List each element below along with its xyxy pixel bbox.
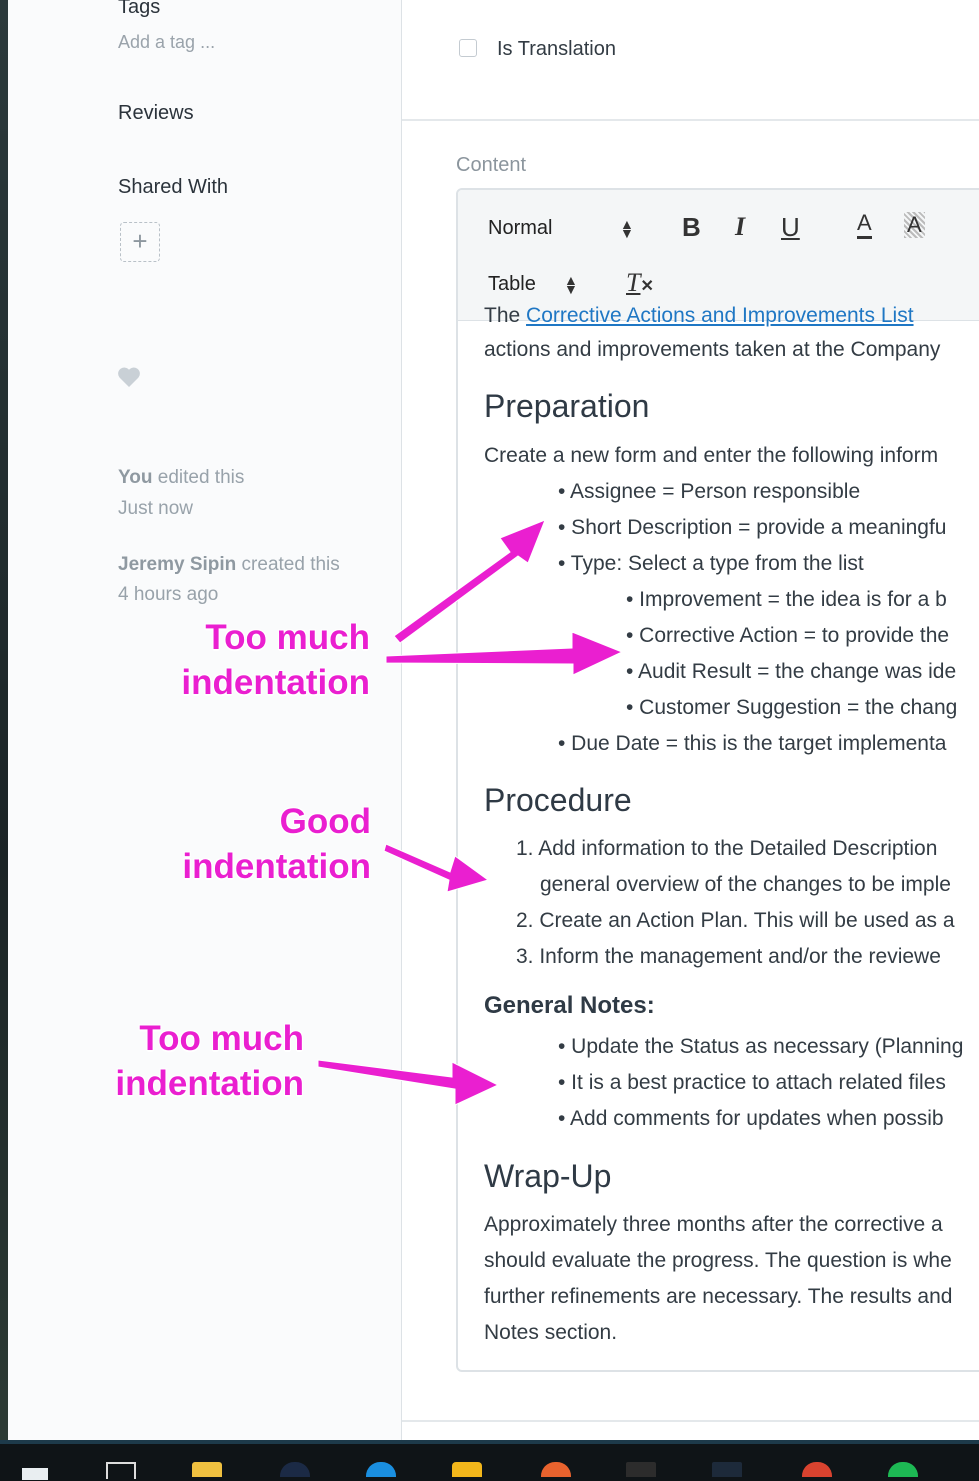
content-label: Content: [456, 154, 527, 176]
font-color-button[interactable]: A: [857, 210, 872, 239]
start-icon[interactable]: [22, 1468, 48, 1480]
ordered-list-item: 1. Add information to the Detailed Descr…: [516, 837, 938, 860]
clear-format-button[interactable]: T✕: [626, 268, 654, 298]
activity-entry: Jeremy Sipin created this: [118, 554, 340, 576]
add-share-button[interactable]: +: [120, 222, 160, 262]
activity-action: edited this: [152, 467, 245, 488]
annotation-text: Too much: [205, 618, 370, 657]
list-item: • It is a best practice to attach relate…: [558, 1071, 946, 1094]
italic-button[interactable]: I: [735, 212, 745, 242]
preparation-heading: Preparation: [484, 388, 650, 424]
is-translation-checkbox[interactable]: [459, 39, 477, 57]
details-sidebar: Tags Add a tag ... Reviews Shared With +…: [8, 0, 402, 1440]
table-select[interactable]: Table: [488, 273, 536, 296]
sub-list-item: • Audit Result = the change was ide: [626, 660, 957, 683]
list-item: • Short Description = provide a meaningf…: [558, 516, 947, 539]
table-select-arrows-icon[interactable]: ▲ ▼: [564, 273, 578, 296]
section-divider: [402, 119, 979, 121]
list-item: • Type: Select a type from the list: [558, 552, 864, 575]
tags-heading: Tags: [118, 0, 161, 18]
paragraph-line: Approximately three months after the cor…: [484, 1213, 943, 1236]
activity-actor[interactable]: Jeremy Sipin: [118, 554, 236, 575]
annotation-too-much-indentation: Too much indentation: [90, 1016, 304, 1106]
format-select-arrows-icon[interactable]: ▲ ▼: [620, 217, 634, 240]
activity-time: 4 hours ago: [118, 584, 219, 605]
paragraph-line: further refinements are necessary. The r…: [484, 1285, 953, 1308]
desktop-background: [0, 0, 8, 1440]
ordered-list-item: 2. Create an Action Plan. This will be u…: [516, 909, 955, 932]
list-item: • Add comments for updates when possib: [558, 1107, 944, 1130]
app-icon[interactable]: [712, 1462, 742, 1477]
annotation-too-much-indentation: Too much indentation: [150, 615, 370, 705]
editor-toolbar: Normal ▲ ▼ B I U A A Table ▲ ▼ T✕: [458, 190, 979, 321]
sub-list-item: • Customer Suggestion = the chang: [626, 696, 958, 719]
ordered-list-item-continuation: general overview of the changes to be im…: [540, 873, 951, 896]
general-notes-heading: General Notes:: [484, 992, 655, 1019]
list-item: • Update the Status as necessary (Planni…: [558, 1035, 964, 1058]
underline-button[interactable]: U: [781, 212, 800, 243]
shared-with-heading: Shared With: [118, 176, 229, 198]
app-icon[interactable]: [452, 1462, 482, 1477]
activity-entry: You edited this: [118, 467, 244, 489]
sub-list-item: • Improvement = the idea is for a b: [626, 588, 947, 611]
annotation-text: indentation: [182, 847, 371, 886]
format-select[interactable]: Normal: [488, 217, 552, 240]
annotation-text: indentation: [181, 663, 370, 702]
ordered-list-item: 3. Inform the management and/or the revi…: [516, 945, 941, 968]
main-form: Is Translation Content Normal ▲ ▼ B I U A…: [402, 0, 979, 1440]
clear-format-x-icon: ✕: [640, 278, 654, 295]
taskbar: [0, 1440, 979, 1481]
paragraph-line: Notes section.: [484, 1321, 618, 1344]
bold-button[interactable]: B: [682, 212, 701, 243]
clear-format-icon: T: [626, 268, 641, 297]
heart-icon[interactable]: [117, 366, 141, 388]
intro-line: The Corrective Actions and Improvements …: [484, 304, 914, 328]
list-item: • Assignee = Person responsible: [558, 480, 861, 503]
file-explorer-icon[interactable]: [192, 1462, 222, 1477]
sub-list-item: • Corrective Action = to provide the: [626, 624, 950, 647]
intro-link[interactable]: Corrective Actions and Improvements List: [526, 304, 914, 327]
rich-text-editor[interactable]: Normal ▲ ▼ B I U A A Table ▲ ▼ T✕ The Corr…: [456, 188, 979, 1372]
activity-time: Just now: [118, 498, 193, 519]
intro-text: The: [484, 304, 527, 327]
paragraph-line: should evaluate the progress. The questi…: [484, 1249, 952, 1272]
wrap-up-heading: Wrap-Up: [484, 1158, 612, 1194]
annotation-text: Good: [279, 802, 371, 841]
annotation-text: indentation: [115, 1064, 304, 1103]
activity-actor[interactable]: You: [118, 467, 152, 488]
task-view-icon[interactable]: [106, 1462, 136, 1479]
section-divider: [402, 1420, 979, 1422]
add-tag-input[interactable]: Add a tag ...: [118, 32, 215, 53]
annotation-good-indentation: Good indentation: [150, 799, 371, 889]
reviews-heading[interactable]: Reviews: [118, 102, 194, 125]
highlight-button[interactable]: A: [904, 212, 925, 238]
activity-action: created this: [236, 554, 340, 575]
epic-games-icon[interactable]: [626, 1462, 656, 1477]
intro-line-2: actions and improvements taken at the Co…: [484, 338, 941, 361]
is-translation-label: Is Translation: [497, 38, 616, 60]
procedure-heading: Procedure: [484, 782, 632, 818]
preparation-intro: Create a new form and enter the followin…: [484, 444, 939, 467]
annotation-text: Too much: [139, 1019, 304, 1058]
list-item: • Due Date = this is the target implemen…: [558, 732, 947, 755]
